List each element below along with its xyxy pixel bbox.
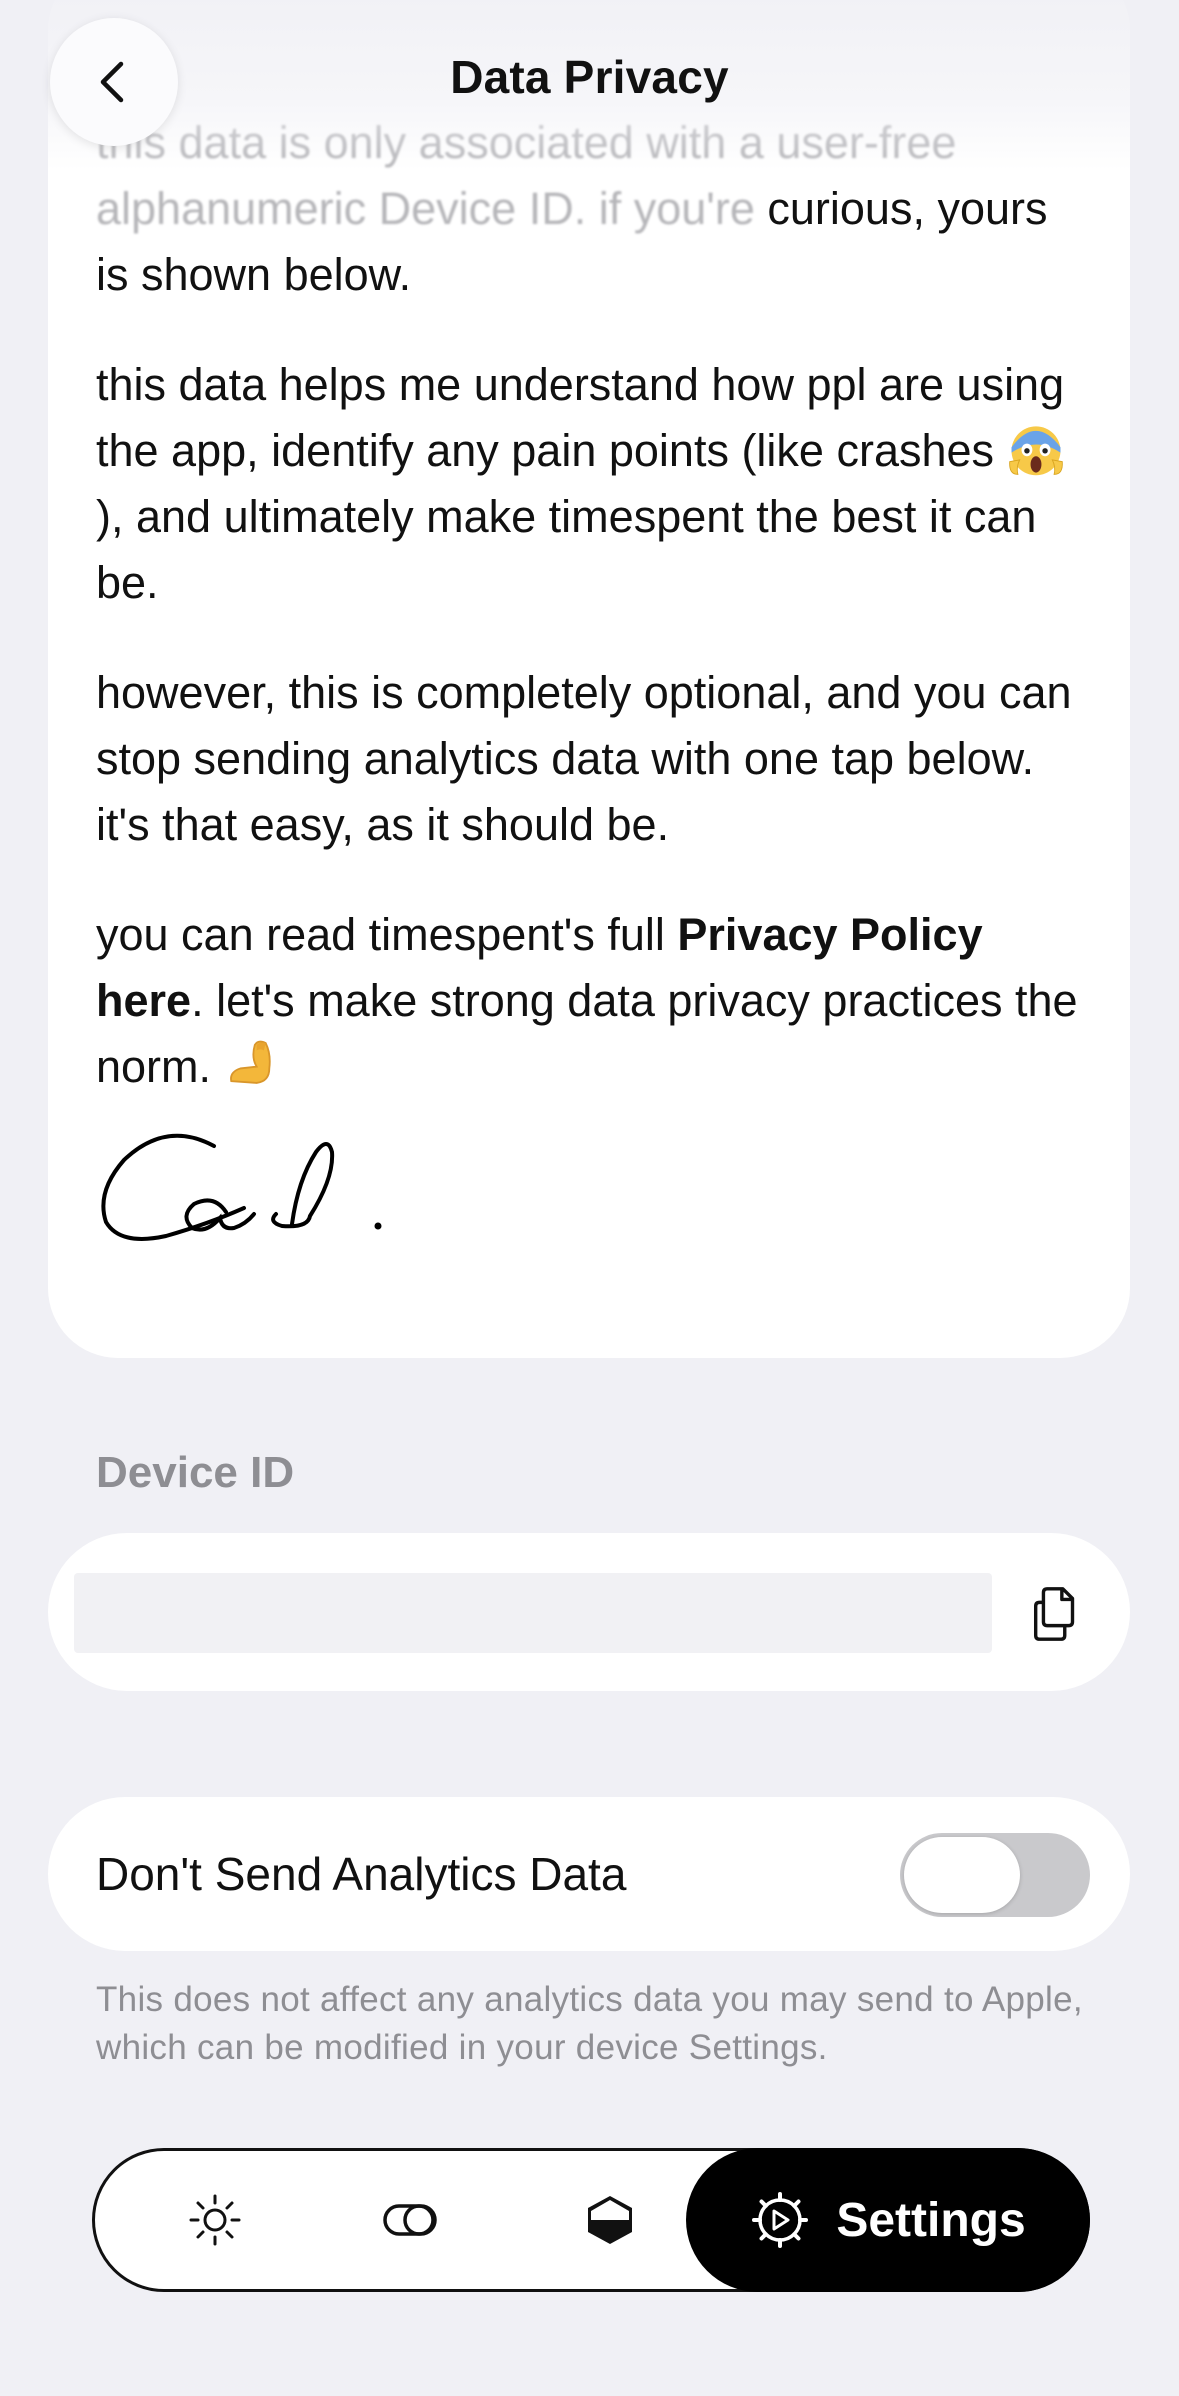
optional-paragraph: however, this is completely optional, an…: [96, 667, 1072, 850]
screen: this data is only associated with a user…: [0, 0, 1179, 2396]
analytics-toggle-switch[interactable]: [900, 1833, 1090, 1917]
policy-paragraph: you can read timespent's full Privacy Po…: [96, 902, 1086, 1100]
policy-text-start: you can read timespent's full: [96, 909, 678, 960]
toggle-icon: [383, 2204, 437, 2236]
signature-image: [101, 1133, 382, 1241]
privacy-body-text: this data is only associated with a user…: [96, 110, 1086, 1144]
analytics-toggle-label: Don't Send Analytics Data: [96, 1848, 627, 1900]
analytics-toggle-row: Don't Send Analytics Data: [48, 1797, 1130, 1951]
tab-settings-label: Settings: [836, 2193, 1026, 2247]
bottom-tab-bar: Settings: [92, 2148, 1090, 2292]
analytics-footnote: This does not affect any analytics data …: [96, 1980, 1083, 2067]
shield-icon: [588, 2196, 632, 2244]
sun-icon: [189, 2194, 241, 2246]
screaming-face-emoji-icon: [1008, 426, 1063, 476]
switch-knob: [904, 1837, 1020, 1913]
tab-toggle[interactable]: [340, 2151, 480, 2289]
flexed-biceps-emoji-icon: [229, 1040, 271, 1084]
purpose-paragraph: this data helps me understand how ppl ar…: [96, 352, 1086, 616]
device-id-card: [48, 1533, 1130, 1691]
tab-light[interactable]: [145, 2151, 285, 2289]
copy-device-id-button[interactable]: [1020, 1577, 1094, 1651]
tab-shield[interactable]: [540, 2151, 680, 2289]
navigation-header: Data Privacy: [0, 0, 1179, 170]
tab-settings[interactable]: Settings: [686, 2148, 1090, 2292]
device-id-section-label: Device ID: [96, 1448, 295, 1497]
gear-icon: [752, 2192, 809, 2248]
copy-icon: [1033, 1587, 1075, 1641]
page-title: Data Privacy: [450, 51, 729, 103]
purpose-text-end: ), and ultimately make timespent the bes…: [96, 491, 1037, 608]
purpose-text-start: this data helps me understand how ppl ar…: [96, 359, 1065, 476]
device-id-value[interactable]: [74, 1573, 992, 1653]
